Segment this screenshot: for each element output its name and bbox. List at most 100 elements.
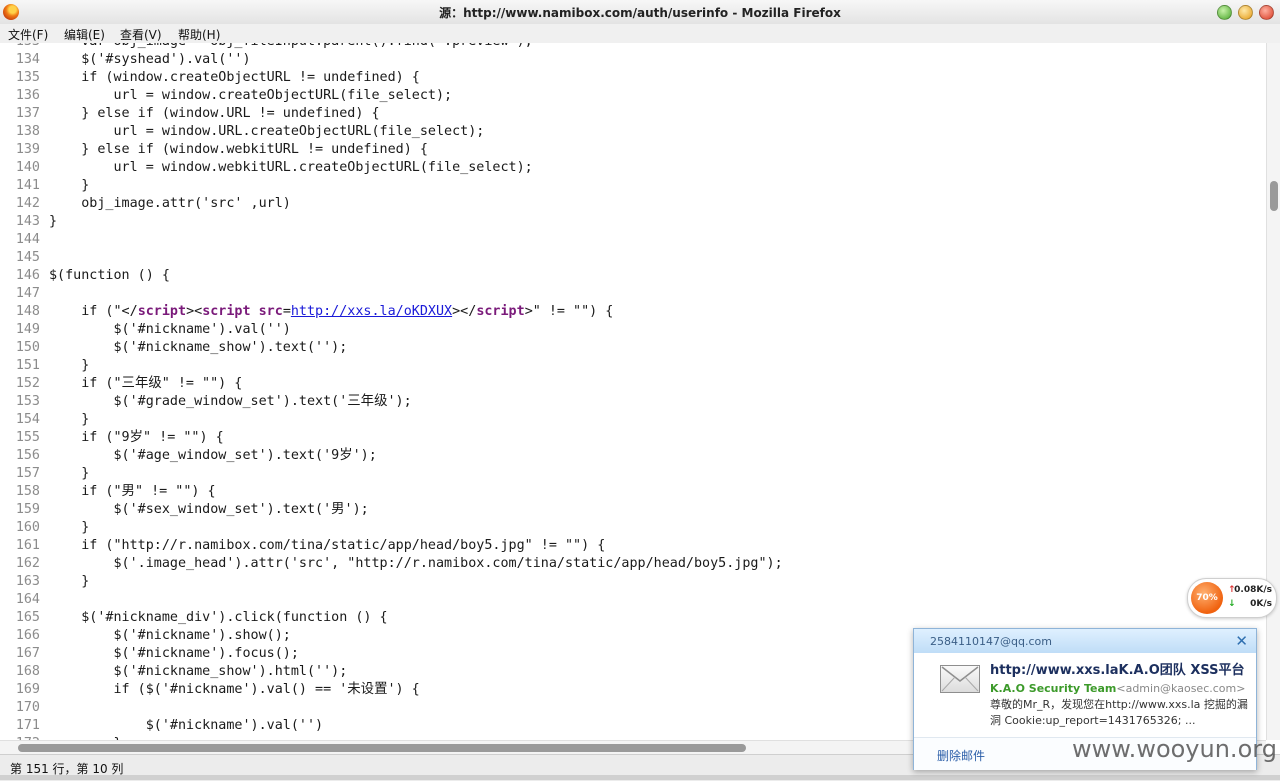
code-text: >< bbox=[186, 304, 203, 319]
code-text: $('.image_head').attr('src', "http://r.n… bbox=[49, 556, 783, 571]
sender-address: <admin@kaosec.com> bbox=[1116, 682, 1246, 695]
code-text: } bbox=[49, 214, 58, 229]
line-source: } else if (window.URL != undefined) { bbox=[49, 105, 380, 123]
mail-sender: K.A.O Security Team<admin@kaosec.com> bbox=[990, 682, 1245, 695]
menu-file[interactable]: 文件(F) bbox=[8, 26, 48, 43]
line-number: 160 bbox=[15, 520, 40, 535]
line-source: $('#nickname_show').html(''); bbox=[49, 663, 347, 681]
line-number: 145 bbox=[15, 250, 40, 265]
line-number: 140 bbox=[15, 160, 40, 175]
menu-view[interactable]: 查看(V) bbox=[120, 26, 162, 43]
minimize-button[interactable] bbox=[1217, 5, 1232, 20]
code-text: obj_image.attr('src' ,url) bbox=[49, 196, 291, 211]
line-number: 150 bbox=[15, 340, 40, 355]
line-number: 155 bbox=[15, 430, 40, 445]
code-text: } bbox=[49, 178, 90, 193]
line-number: 156 bbox=[15, 448, 40, 463]
code-text: $('#grade_window_set').text('三年级'); bbox=[49, 394, 412, 409]
line-number: 168 bbox=[15, 664, 40, 679]
line-number: 157 bbox=[15, 466, 40, 481]
line-number: 151 bbox=[15, 358, 40, 373]
line-source: } bbox=[49, 573, 89, 591]
line-number: 169 bbox=[15, 682, 40, 697]
line-number: 165 bbox=[15, 610, 40, 625]
download-speed: ↓ 0K/s bbox=[1228, 599, 1272, 609]
mail-subject[interactable]: http://www.xxs.laK.A.O团队 XSS平台 bbox=[990, 659, 1248, 678]
line-source: } bbox=[49, 177, 89, 195]
line-source: } bbox=[49, 465, 89, 483]
download-speed-value: 0K/s bbox=[1250, 599, 1272, 609]
network-speed-widget[interactable]: 70% ↑ 0.08K/s ↓ 0K/s bbox=[1187, 578, 1277, 618]
line-number: 153 bbox=[15, 394, 40, 409]
line-source: if (window.createObjectURL != undefined)… bbox=[49, 69, 420, 87]
code-text: } else if (window.webkitURL != undefined… bbox=[49, 142, 428, 157]
menu-bar: 文件(F) 编辑(E) 查看(V) 帮助(H) bbox=[0, 24, 1280, 43]
code-text: } bbox=[49, 520, 90, 535]
line-source: $('#nickname').val('') bbox=[49, 321, 290, 339]
line-source: $('#grade_window_set').text('三年级'); bbox=[49, 393, 412, 411]
code-text: $('#nickname').val('') bbox=[49, 718, 324, 733]
line-source: } bbox=[49, 519, 89, 537]
code-text: $('#nickname').show(); bbox=[49, 628, 291, 643]
line-source: $('#age_window_set').text('9岁'); bbox=[49, 447, 377, 465]
window-title: 源：http://www.namibox.com/auth/userinfo -… bbox=[439, 6, 841, 20]
close-icon[interactable]: ✕ bbox=[1235, 632, 1248, 650]
line-number: 135 bbox=[15, 70, 40, 85]
line-number: 143 bbox=[15, 214, 40, 229]
delete-mail-link[interactable]: 删除邮件 bbox=[937, 747, 985, 764]
line-source: if ("三年级" != "") { bbox=[49, 375, 242, 393]
line-number: 161 bbox=[15, 538, 40, 553]
line-number: 149 bbox=[15, 322, 40, 337]
sender-name: K.A.O Security Team bbox=[990, 682, 1117, 695]
line-source: $('#nickname_div').click(function () { bbox=[49, 609, 387, 627]
code-text: } bbox=[49, 412, 90, 427]
line-number: 148 bbox=[15, 304, 40, 319]
line-source: if ("男" != "") { bbox=[49, 483, 215, 501]
menu-help[interactable]: 帮助(H) bbox=[178, 26, 220, 43]
line-number: 139 bbox=[15, 142, 40, 157]
maximize-button[interactable] bbox=[1238, 5, 1253, 20]
code-text: } bbox=[49, 466, 90, 481]
code-text: } bbox=[49, 574, 90, 589]
line-source: $('#nickname').focus(); bbox=[49, 645, 299, 663]
mail-preview: 尊敬的Mr_R，发现您在http://www.xxs.la 挖掘的漏洞 Cook… bbox=[990, 698, 1248, 727]
code-text: } else if (window.URL != undefined) { bbox=[49, 106, 380, 121]
line-number: 147 bbox=[15, 286, 40, 301]
line-source: $('#syshead').val('') bbox=[49, 51, 251, 69]
horizontal-scroll-thumb[interactable] bbox=[18, 744, 746, 752]
code-text: $('#nickname').focus(); bbox=[49, 646, 299, 661]
line-source: obj_image.attr('src' ,url) bbox=[49, 195, 291, 213]
close-window-button[interactable] bbox=[1259, 5, 1274, 20]
line-number: 146 bbox=[15, 268, 40, 283]
line-source: $(function () { bbox=[49, 267, 170, 285]
line-source: url = window.webkitURL.createObjectURL(f… bbox=[49, 159, 533, 177]
line-number: 170 bbox=[15, 700, 40, 715]
code-text: $(function () { bbox=[49, 268, 170, 283]
line-number: 159 bbox=[15, 502, 40, 517]
line-number: 144 bbox=[15, 232, 40, 247]
line-number: 167 bbox=[15, 646, 40, 661]
line-source: } bbox=[49, 411, 89, 429]
code-text: $('#age_window_set').text('9岁'); bbox=[49, 448, 377, 463]
code-text: $('#syshead').val('') bbox=[49, 52, 251, 67]
code-text: url = window.createObjectURL(file_select… bbox=[49, 88, 453, 103]
line-number: 133 bbox=[0, 43, 40, 51]
taskbar-strip bbox=[0, 775, 1280, 780]
code-text: url = window.webkitURL.createObjectURL(f… bbox=[49, 160, 533, 175]
line-source: if ("http://r.namibox.com/tina/static/ap… bbox=[49, 537, 605, 555]
line-number: 164 bbox=[15, 592, 40, 607]
vertical-scrollbar[interactable] bbox=[1266, 43, 1280, 740]
line-source: var obj_image = obj_fileInput.parent().f… bbox=[49, 43, 532, 51]
code-text: >" != "") { bbox=[524, 304, 614, 319]
line-number: 142 bbox=[15, 196, 40, 211]
line-source: } bbox=[49, 213, 57, 231]
vertical-scroll-thumb[interactable] bbox=[1270, 181, 1278, 211]
menu-edit[interactable]: 编辑(E) bbox=[64, 26, 105, 43]
code-text: if ("</ bbox=[49, 304, 138, 319]
code-text: if (window.createObjectURL != undefined)… bbox=[49, 70, 420, 85]
line-number: 152 bbox=[15, 376, 40, 391]
upload-speed-value: 0.08K/s bbox=[1234, 585, 1272, 595]
line-number: 134 bbox=[15, 52, 40, 67]
source-link[interactable]: http://xxs.la/oKDXUX bbox=[291, 304, 452, 319]
